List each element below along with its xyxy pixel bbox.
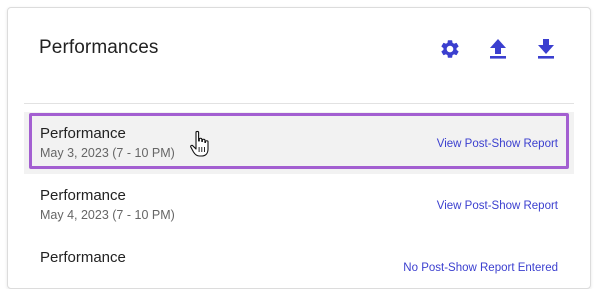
performance-row[interactable]: Performance May 4, 2023 (7 - 10 PM) View… [24, 174, 574, 236]
gear-icon [441, 40, 459, 58]
download-button[interactable] [530, 36, 562, 62]
view-report-link[interactable]: View Post-Show Report [437, 138, 558, 150]
header-actions [434, 36, 562, 62]
download-icon [538, 39, 554, 59]
view-report-link[interactable]: View Post-Show Report [437, 200, 558, 212]
performance-title: Performance [40, 187, 126, 204]
panel-title: Performances [39, 37, 159, 58]
performance-row-selected[interactable]: Performance May 3, 2023 (7 - 10 PM) View… [24, 112, 574, 174]
upload-icon [490, 39, 506, 59]
upload-button[interactable] [482, 36, 514, 62]
performance-row[interactable]: Performance No Post-Show Report Entered [24, 236, 574, 288]
performance-list: Performance May 3, 2023 (7 - 10 PM) View… [24, 112, 574, 288]
performance-date: May 4, 2023 (7 - 10 PM) [40, 208, 175, 222]
no-report-label[interactable]: No Post-Show Report Entered [403, 262, 558, 274]
performance-title: Performance [40, 249, 126, 266]
performance-date: May 3, 2023 (7 - 10 PM) [40, 146, 175, 160]
performances-card: Performances Performance May 3, 2023 (7 … [7, 7, 591, 289]
card-header: Performances [8, 8, 590, 103]
settings-button[interactable] [434, 36, 466, 62]
performance-title: Performance [40, 125, 126, 142]
header-divider [24, 103, 574, 104]
